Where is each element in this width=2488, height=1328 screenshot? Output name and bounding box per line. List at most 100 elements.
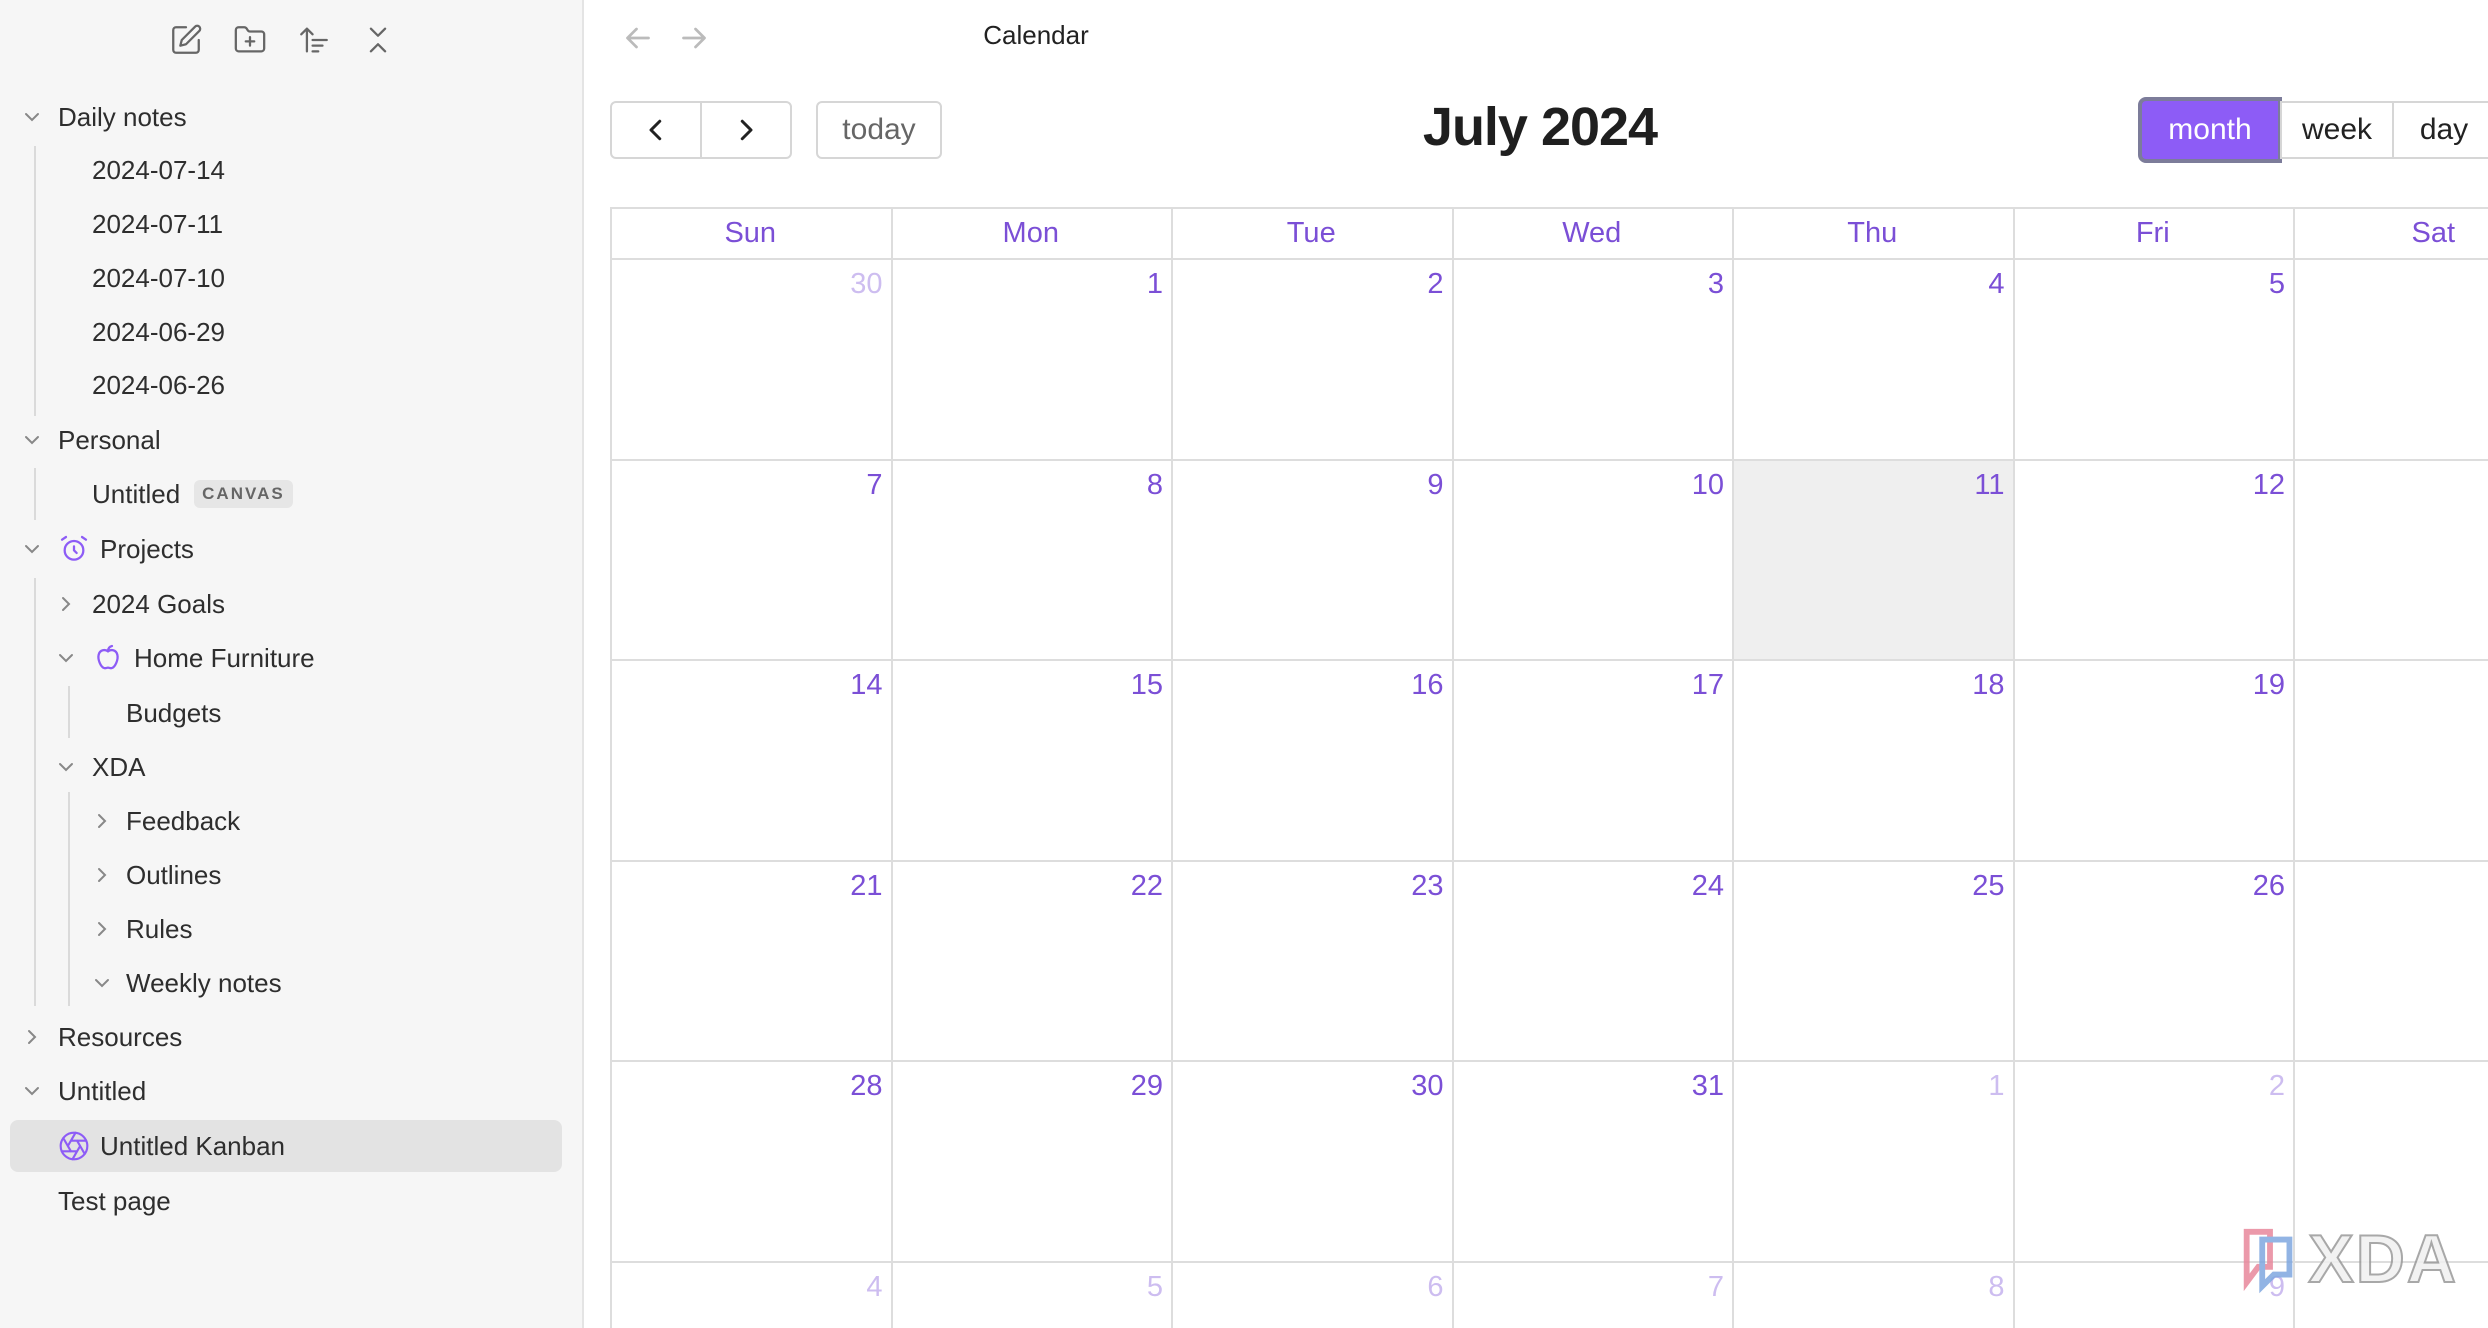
file-untitled-kanban[interactable]: Untitled Kanban — [58, 1121, 285, 1171]
day-view-button[interactable]: day — [2392, 101, 2488, 159]
tree-item-label: Untitled Kanban — [100, 1130, 286, 1161]
file-2024-06-29[interactable]: 2024-06-29 — [92, 307, 225, 357]
day-cell-number[interactable]: 5 — [2205, 268, 2285, 301]
folder-rules[interactable]: Rules — [92, 904, 192, 954]
day-cell-number[interactable]: 7 — [1644, 1271, 1724, 1304]
day-cell-number[interactable]: 14 — [803, 669, 882, 702]
folder-daily-notes[interactable]: Daily notes — [22, 92, 187, 142]
weekday-header-sun: Sun — [724, 216, 777, 249]
tree-item-label: Rules — [126, 913, 193, 944]
day-cell-number[interactable]: 9 — [1364, 469, 1443, 502]
chevron-down-icon — [22, 430, 42, 450]
folder-feedback[interactable]: Feedback — [92, 796, 240, 846]
tree-item-label: Weekly notes — [126, 967, 282, 998]
xda-watermark: XDA — [2238, 1220, 2458, 1298]
apple-icon — [92, 642, 124, 674]
day-cell-number[interactable]: 1 — [1083, 268, 1163, 301]
day-cell-number[interactable]: 4 — [1925, 268, 2004, 301]
today-button[interactable]: today — [816, 101, 942, 159]
folder-personal[interactable]: Personal — [22, 415, 161, 465]
day-cell-number[interactable]: 30 — [1364, 1070, 1443, 1103]
canvas-badge: CANVAS — [194, 480, 293, 508]
grid-line — [1171, 207, 1173, 1328]
file-explorer-sidebar: Daily notes 2024-07-14 2024-07-11 2024-0… — [0, 0, 584, 1328]
day-cell-number[interactable]: 21 — [803, 870, 882, 903]
back-arrow-icon[interactable] — [620, 20, 656, 56]
day-cell-number[interactable]: 5 — [1083, 1271, 1163, 1304]
sort-icon[interactable] — [294, 20, 334, 60]
tree-item-label: Feedback — [126, 805, 241, 836]
file-2024-07-11[interactable]: 2024-07-11 — [92, 199, 223, 249]
day-cell-number[interactable]: 12 — [2205, 469, 2285, 502]
file-budgets[interactable]: Budgets — [126, 688, 221, 738]
indent-guide — [34, 578, 36, 1006]
aperture-icon — [58, 1130, 90, 1162]
day-cell-number[interactable]: 28 — [803, 1070, 882, 1103]
day-cell-number[interactable]: 24 — [1644, 870, 1724, 903]
collapse-all-icon[interactable] — [358, 20, 398, 60]
tree-item-label: Projects — [100, 533, 194, 564]
folder-untitled[interactable]: Untitled — [22, 1066, 146, 1116]
grid-line — [890, 207, 893, 1328]
day-cell-number[interactable]: 15 — [1083, 669, 1163, 702]
new-folder-icon[interactable] — [230, 20, 270, 60]
tree-item-label: Resources — [58, 1021, 183, 1052]
file-untitled-canvas[interactable]: Untitled CANVAS — [92, 469, 293, 519]
day-cell-number[interactable]: 7 — [803, 469, 882, 502]
file-test-page[interactable]: Test page — [58, 1176, 171, 1226]
tree-item-label: Untitled — [58, 1075, 147, 1106]
day-cell-number[interactable]: 25 — [1925, 870, 2004, 903]
file-2024-07-10[interactable]: 2024-07-10 — [92, 253, 225, 303]
folder-2024-goals[interactable]: 2024 Goals — [56, 579, 225, 629]
day-cell-number[interactable]: 11 — [1925, 469, 2004, 502]
day-cell-number[interactable]: 4 — [803, 1271, 882, 1304]
week-view-button[interactable]: week — [2280, 101, 2394, 159]
day-cell-number[interactable]: 8 — [1925, 1271, 2004, 1304]
next-month-button[interactable] — [700, 101, 792, 159]
folder-weekly-notes[interactable]: Weekly notes — [92, 958, 282, 1008]
day-cell-number[interactable]: 2 — [2205, 1070, 2285, 1103]
day-cell-number[interactable]: 1 — [1925, 1070, 2004, 1103]
new-note-icon[interactable] — [166, 20, 206, 60]
tree-item-label: 2024-07-10 — [92, 262, 225, 293]
day-cell-number[interactable]: 3 — [1644, 268, 1724, 301]
day-cell-number[interactable]: 31 — [1644, 1070, 1724, 1103]
day-cell-number[interactable]: 29 — [1083, 1070, 1163, 1103]
file-2024-07-14[interactable]: 2024-07-14 — [92, 145, 225, 195]
day-cell-number[interactable]: 18 — [1925, 669, 2004, 702]
calendar-view: Calendar — [584, 0, 2488, 1328]
day-cell-number[interactable]: 30 — [803, 268, 882, 301]
weekday-header-thu: Thu — [1847, 216, 1898, 249]
day-cell-number[interactable]: 6 — [1364, 1271, 1443, 1304]
day-cell-number[interactable]: 2 — [1364, 268, 1443, 301]
chevron-right-icon — [92, 811, 112, 831]
file-2024-06-26[interactable]: 2024-06-26 — [92, 360, 225, 410]
day-cell-number[interactable]: 26 — [2205, 870, 2285, 903]
month-view-button[interactable]: month — [2138, 97, 2282, 163]
folder-home-furniture[interactable]: Home Furniture — [56, 633, 315, 683]
day-cell-number[interactable]: 10 — [1644, 469, 1724, 502]
indent-guide — [34, 146, 36, 416]
weekday-header-fri: Fri — [2135, 216, 2170, 249]
day-cell-number[interactable]: 17 — [1644, 669, 1724, 702]
day-cell-number[interactable]: 22 — [1083, 870, 1163, 903]
day-cell-number[interactable]: 23 — [1364, 870, 1443, 903]
explorer-toolbar — [166, 20, 398, 60]
tree-item-label: Untitled — [92, 478, 181, 509]
grid-line — [1451, 207, 1454, 1328]
chevron-right-icon — [92, 919, 112, 939]
folder-xda[interactable]: XDA — [56, 742, 145, 792]
day-cell-number[interactable]: 16 — [1364, 669, 1443, 702]
day-cell-number[interactable]: 19 — [2205, 669, 2285, 702]
folder-resources[interactable]: Resources — [22, 1012, 182, 1062]
tree-item-label: Test page — [58, 1185, 171, 1216]
prev-month-button[interactable] — [610, 101, 702, 159]
tree-item-label: 2024-07-11 — [92, 208, 224, 239]
grid-line — [610, 207, 612, 1328]
day-cell-number[interactable]: 8 — [1083, 469, 1163, 502]
forward-arrow-icon[interactable] — [676, 20, 712, 56]
tree-item-label: Personal — [58, 424, 161, 455]
weekday-header-sat: Sat — [2411, 216, 2456, 249]
folder-outlines[interactable]: Outlines — [92, 850, 221, 900]
folder-projects[interactable]: Projects — [22, 524, 194, 574]
